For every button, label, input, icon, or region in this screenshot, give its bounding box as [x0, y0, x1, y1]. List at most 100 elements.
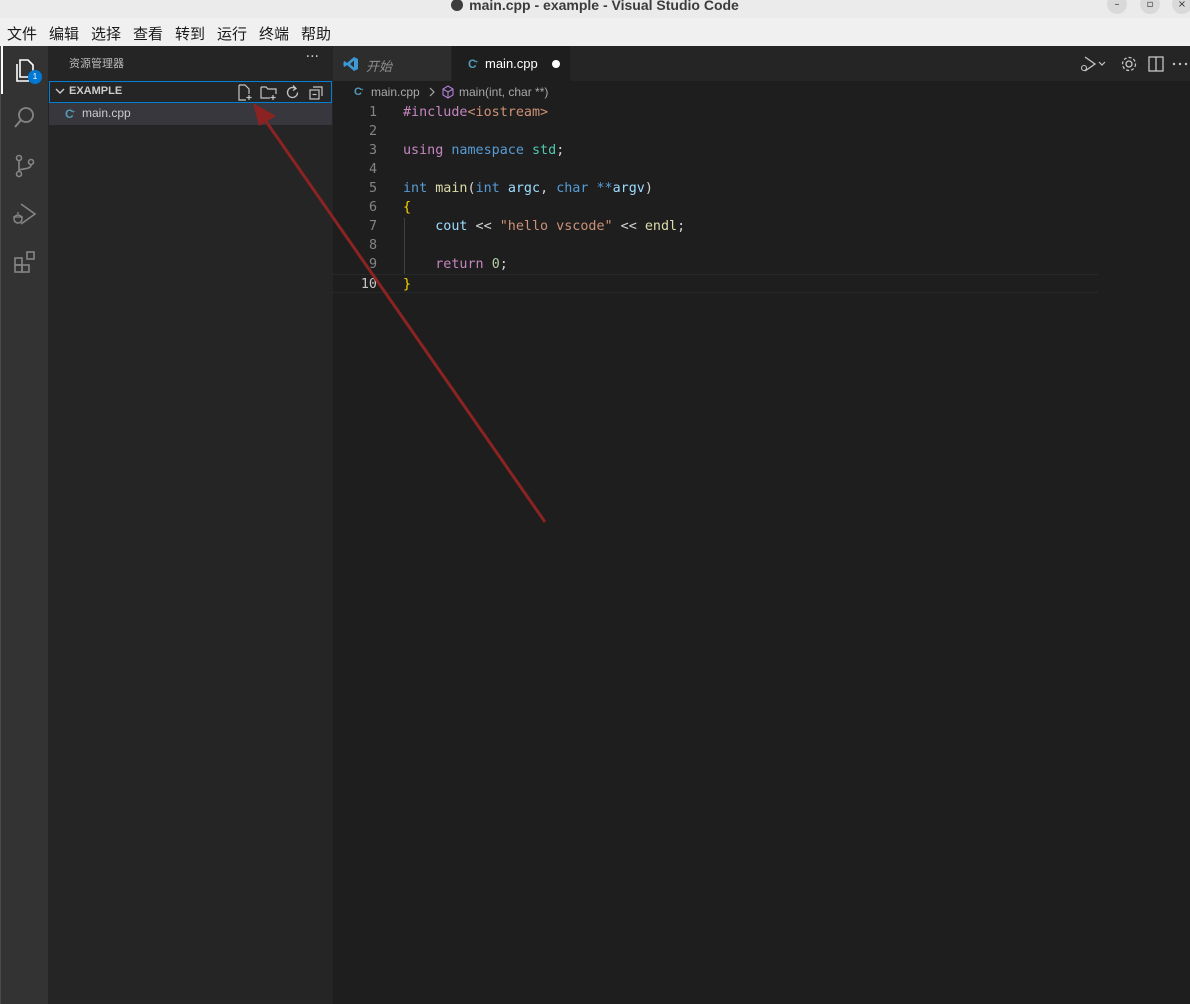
unsaved-dot-icon — [451, 0, 464, 11]
code-token: << — [467, 219, 500, 234]
code-token: argv — [612, 181, 645, 196]
line-code: #include<iostream> — [403, 103, 548, 122]
code-token: ; — [499, 257, 508, 272]
code-line[interactable]: 4 — [333, 160, 1098, 179]
window-title: main.cpp - example - Visual Studio Code — [0, 0, 1190, 13]
code-token: ) — [644, 181, 653, 196]
chevron-down-icon — [55, 88, 65, 94]
code-token: , — [540, 181, 557, 196]
tab-main-cpp[interactable]: C + main.cpp — [452, 46, 570, 81]
more-actions-button[interactable]: ··· — [306, 49, 319, 65]
new-folder-icon[interactable] — [260, 84, 277, 101]
line-code: cout << "hello vscode" << endl; — [403, 217, 685, 236]
editor-tab-bar: 开始 C + main.cpp — [333, 46, 1190, 81]
section-label: EXAMPLE — [69, 85, 123, 97]
code-token: int — [475, 181, 500, 196]
editor-actions — [1070, 46, 1190, 81]
file-tree-item-main-cpp[interactable]: C + main.cpp — [49, 103, 332, 125]
code-line[interactable]: 6{ — [333, 198, 1098, 217]
chevron-right-icon — [429, 87, 435, 97]
line-number: 6 — [368, 200, 377, 215]
code-token: using — [403, 143, 444, 158]
code-token: std — [532, 143, 557, 158]
code-token: namespace — [451, 143, 524, 158]
menu-bar: 文件 编辑 选择 查看 转到 运行 终端 帮助 — [0, 18, 1190, 47]
line-number: 8 — [368, 238, 377, 253]
breadcrumb-file[interactable]: main.cpp — [371, 85, 420, 99]
menu-view[interactable]: 查看 — [133, 23, 163, 44]
menu-selection[interactable]: 选择 — [91, 23, 121, 44]
code-token: { — [403, 200, 412, 215]
code-line[interactable]: 2 — [333, 122, 1098, 141]
code-token: return — [435, 257, 484, 272]
code-line[interactable]: 10} — [333, 274, 1098, 293]
line-code: using namespace std; — [403, 141, 564, 160]
run-debug-dropdown-icon[interactable] — [1080, 55, 1106, 73]
code-token: argc — [507, 181, 541, 196]
vscode-logo-icon — [343, 57, 358, 71]
explorer-section-header[interactable]: EXAMPLE — [49, 81, 332, 103]
run-debug-icon[interactable] — [1, 190, 49, 238]
menu-help[interactable]: 帮助 — [301, 23, 331, 44]
menu-run[interactable]: 运行 — [217, 23, 247, 44]
line-code: { — [403, 198, 411, 217]
unsaved-changes-dot-icon[interactable] — [552, 60, 560, 68]
activity-bar: 1 — [0, 46, 48, 1004]
code-line[interactable]: 9 return 0; — [333, 255, 1098, 274]
sidebar-title: 资源管理器 — [69, 57, 124, 70]
title-bar: main.cpp - example - Visual Studio Code … — [0, 0, 1190, 18]
search-icon[interactable] — [1, 94, 49, 142]
explorer-sidebar: 资源管理器 ··· EXAMPLE C + main.cpp — [48, 46, 333, 1004]
tab-welcome[interactable]: 开始 — [333, 46, 451, 81]
svg-text:+: + — [360, 87, 363, 93]
line-code: } — [403, 275, 411, 294]
code-token: cout — [435, 219, 468, 234]
menu-terminal[interactable]: 终端 — [259, 23, 289, 44]
code-editor[interactable]: 1 #include<iostream> 2 3 using namespace std… — [333, 103, 1190, 1004]
extensions-icon[interactable] — [1, 238, 49, 286]
code-token: ; — [556, 143, 565, 158]
new-file-icon[interactable] — [236, 84, 253, 101]
explorer-badge: 1 — [28, 70, 42, 84]
line-number: 10 — [360, 277, 377, 292]
code-line[interactable]: 5 int main(int argc, char **argv) — [333, 179, 1098, 198]
file-name: main.cpp — [82, 106, 131, 120]
code-token: } — [403, 277, 412, 292]
line-number: 1 — [368, 105, 377, 120]
tab-label: 开始 — [366, 59, 393, 74]
line-number: 4 — [368, 162, 377, 177]
code-line[interactable]: 1 #include<iostream> — [333, 103, 1098, 122]
code-token: ; — [677, 219, 686, 234]
code-line[interactable]: 3 using namespace std; — [333, 141, 1098, 160]
menu-file[interactable]: 文件 — [7, 23, 37, 44]
line-code: int main(int argc, char **argv) — [403, 179, 653, 198]
refresh-icon[interactable] — [284, 84, 301, 101]
line-number: 9 — [368, 257, 377, 272]
gear-icon[interactable] — [1120, 55, 1138, 73]
svg-text:+: + — [72, 110, 76, 116]
code-line[interactable]: 7 cout << "hello vscode" << endl; — [333, 217, 1098, 236]
collapse-all-icon[interactable] — [308, 84, 325, 101]
code-token: "hello vscode" — [499, 219, 613, 234]
code-token: << — [612, 219, 645, 234]
line-code: return 0; — [403, 255, 508, 274]
breadcrumb-symbol[interactable]: main(int, char **) — [459, 85, 548, 99]
explorer-icon[interactable]: 1 — [1, 46, 49, 94]
code-line[interactable]: 8 — [333, 236, 1098, 255]
split-editor-icon[interactable] — [1147, 55, 1165, 73]
line-number: 3 — [368, 143, 377, 158]
more-actions-icon[interactable] — [1171, 55, 1189, 73]
code-token: 0 — [491, 257, 500, 272]
source-control-icon[interactable] — [1, 142, 49, 190]
cpp-file-icon: C+ — [468, 57, 479, 70]
method-icon — [442, 85, 454, 99]
code-token: main — [435, 181, 468, 196]
menu-go[interactable]: 转到 — [175, 23, 205, 44]
menu-edit[interactable]: 编辑 — [49, 23, 79, 44]
